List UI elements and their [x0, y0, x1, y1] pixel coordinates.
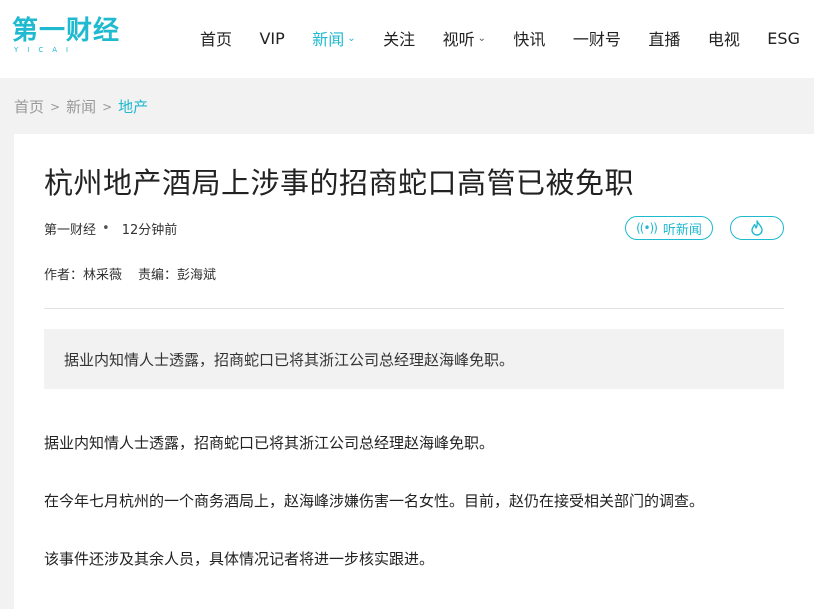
nav-label: ESG [767, 28, 800, 48]
nav-label: 视听 [442, 30, 475, 49]
breadcrumb: 首页 > 新闻 > 地产 [14, 96, 148, 117]
hot-button[interactable] [730, 216, 784, 240]
flame-icon [751, 220, 763, 236]
article-card: 杭州地产酒局上涉事的招商蛇口高管已被免职 第一财经 • 12分钟前 ((•)) … [14, 134, 814, 609]
article-paragraph: 据业内知情人士透露，招商蛇口已将其浙江公司总经理赵海峰免职。 [44, 434, 495, 452]
nav-item-yicaihao[interactable]: 一财号 [573, 26, 621, 50]
logo-subtext: YICAI [14, 46, 78, 54]
main-nav: 首页 VIP 新闻 ⌄ 关注 视听 ⌄ 快讯 一财号 直播 电视 ESG [200, 26, 800, 50]
nav-item-tv[interactable]: 电视 [708, 26, 740, 50]
chevron-down-icon: ⌄ [347, 32, 356, 44]
editor-name: 彭海斌 [177, 268, 217, 283]
summary-text: 据业内知情人士透露，招商蛇口已将其浙江公司总经理赵海峰免职。 [64, 350, 515, 369]
nav-item-live[interactable]: 直播 [648, 26, 680, 50]
nav-label: 电视 [707, 30, 740, 49]
article-authors: 作者：林采薇 责编：彭海斌 [44, 264, 216, 283]
meta-dot: • [102, 221, 110, 236]
chevron-down-icon: ⌄ [477, 32, 486, 44]
listen-news-button[interactable]: ((•)) 听新闻 [625, 216, 713, 240]
article-summary: 据业内知情人士透露，招商蛇口已将其浙江公司总经理赵海峰免职。 [44, 329, 784, 389]
nav-label: 一财号 [572, 30, 621, 49]
article-source[interactable]: 第一财经 [44, 219, 96, 238]
breadcrumb-home[interactable]: 首页 [14, 96, 44, 117]
article-paragraph: 在今年七月杭州的一个商务酒局上，赵海峰涉嫌伤害一名女性。目前，赵仍在接受相关部门… [44, 492, 705, 510]
author-label: 作者： [44, 268, 84, 283]
nav-item-video[interactable]: 视听 ⌄ [443, 26, 486, 50]
nav-item-news[interactable]: 新闻 ⌄ [312, 26, 355, 50]
breadcrumb-news[interactable]: 新闻 [66, 96, 96, 117]
author-name[interactable]: 林采薇 [83, 268, 122, 283]
site-header: 第一财经 YICAI 首页 VIP 新闻 ⌄ 关注 视听 ⌄ 快讯 一财号 直播 电… [0, 0, 814, 78]
nav-item-follow[interactable]: 关注 [383, 26, 415, 50]
nav-item-vip[interactable]: VIP [259, 29, 284, 48]
article-title: 杭州地产酒局上涉事的招商蛇口高管已被免职 [44, 166, 635, 200]
nav-label: 新闻 [312, 30, 345, 49]
nav-label: VIP [259, 28, 285, 48]
nav-label: 关注 [383, 30, 416, 49]
article-meta: 第一财经 • 12分钟前 [44, 219, 177, 238]
listen-label: 听新闻 [662, 222, 702, 238]
nav-label: 直播 [648, 30, 681, 49]
nav-item-flash[interactable]: 快讯 [513, 26, 545, 50]
article-time: 12分钟前 [121, 223, 178, 238]
logo-text: 第一财经 [12, 16, 121, 46]
yicai-logo[interactable]: 第一财经 YICAI [12, 16, 122, 56]
article-paragraph: 该事件还涉及其余人员，具体情况记者将进一步核实跟进。 [44, 550, 435, 568]
nav-label: 快讯 [513, 30, 546, 49]
nav-label: 首页 [200, 30, 233, 49]
editor-label: 责编： [138, 268, 178, 283]
breadcrumb-realestate[interactable]: 地产 [118, 96, 148, 117]
audio-wave-icon: ((•)) [636, 221, 658, 235]
nav-item-home[interactable]: 首页 [200, 26, 232, 50]
breadcrumb-separator: > [50, 99, 61, 114]
breadcrumb-separator: > [102, 99, 113, 114]
nav-item-esg[interactable]: ESG [767, 29, 800, 48]
divider [44, 308, 784, 309]
